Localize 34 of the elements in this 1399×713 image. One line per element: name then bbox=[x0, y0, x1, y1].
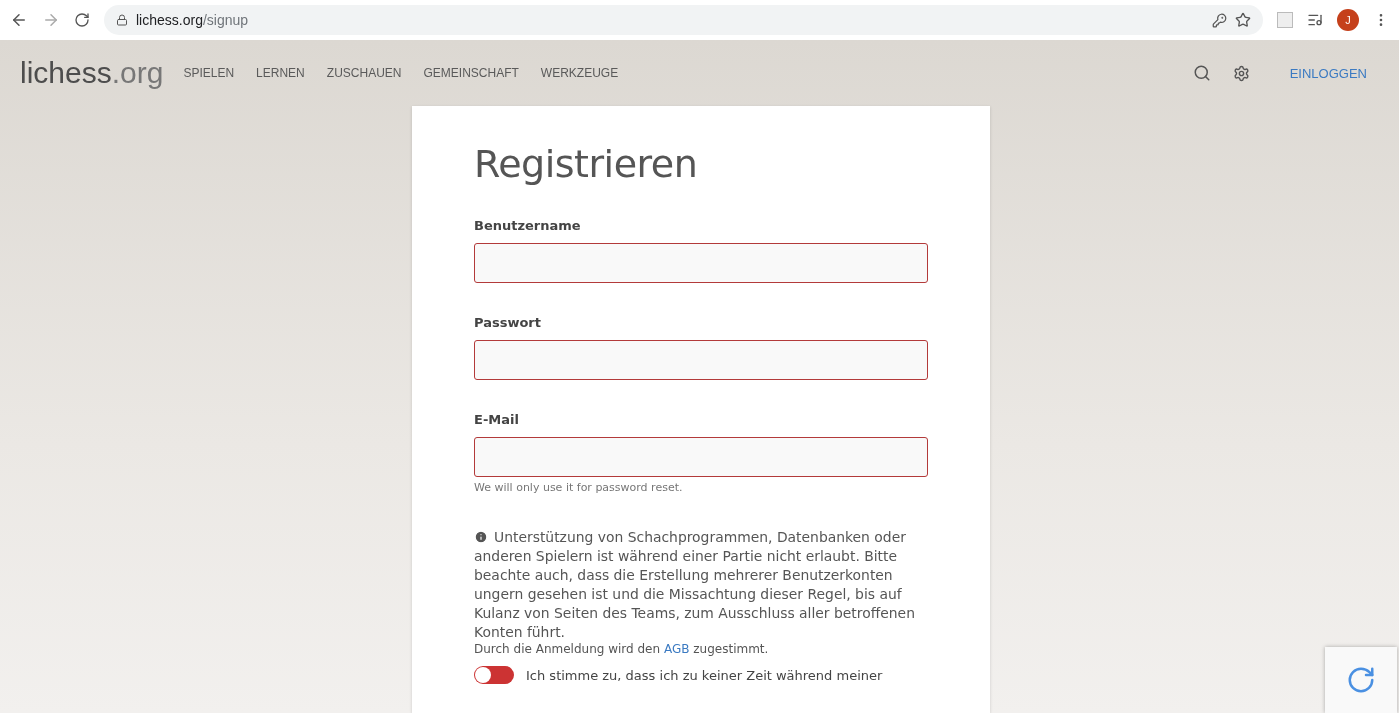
page-title: Registrieren bbox=[474, 142, 699, 186]
field-label: Passwort bbox=[474, 315, 542, 330]
input-field[interactable] bbox=[474, 437, 928, 477]
search-icon[interactable] bbox=[1192, 64, 1211, 82]
settings-icon[interactable] bbox=[1232, 64, 1250, 82]
reload-icon[interactable] bbox=[74, 12, 90, 28]
input-field[interactable] bbox=[474, 340, 928, 380]
address-bar[interactable]: lichess.org/signup bbox=[104, 5, 1263, 35]
notice-text: Unterstützung von Schachprogrammen, Datenbanken oder anderen Spielern ist während einer Partie nicht erlaubt. Bitte beachte auch, dass die Erstellung mehrerer Benutzerkonten ungern gesehen ist und die Missachtung dieser Regel, bis auf Kulanz von Seiten des Teams, zum Ausschluss aller betroffenen Konten führt. bbox=[474, 528, 916, 642]
nav-link[interactable]: ZUSCHAUEN bbox=[326, 66, 402, 80]
agreement-text: Ich stimme zu, dass ich zu keiner Zeit während meiner bbox=[526, 667, 883, 683]
info-icon bbox=[474, 530, 488, 544]
login-link[interactable]: EINLOGGEN bbox=[1289, 65, 1367, 81]
url-text: lichess.org/signup bbox=[136, 12, 249, 28]
nav-link[interactable]: SPIELEN bbox=[183, 66, 235, 80]
agreement-toggle[interactable] bbox=[474, 666, 514, 684]
nav-link[interactable]: WERKZEUGE bbox=[540, 66, 619, 80]
playlist-icon[interactable] bbox=[1307, 12, 1323, 28]
back-icon[interactable] bbox=[10, 11, 28, 29]
key-icon[interactable] bbox=[1212, 12, 1227, 28]
site-logo[interactable]: lichess.org bbox=[20, 56, 164, 90]
profile-avatar[interactable]: J bbox=[1337, 9, 1359, 31]
field-label: E-Mail bbox=[474, 412, 520, 427]
terms-link[interactable]: AGB bbox=[663, 642, 690, 656]
star-icon[interactable] bbox=[1235, 12, 1251, 28]
terms-text: Durch die Anmeldung wird den AGB zugestimmt. bbox=[474, 642, 770, 656]
field-label: Benutzername bbox=[474, 218, 582, 233]
recaptcha-icon bbox=[1346, 665, 1376, 695]
help-text: We will only use it for password reset. bbox=[474, 481, 684, 494]
recaptcha-badge[interactable] bbox=[1325, 647, 1397, 713]
nav-link[interactable]: GEMEINSCHAFT bbox=[423, 66, 519, 80]
input-field[interactable] bbox=[474, 243, 928, 283]
nav-link[interactable]: LERNEN bbox=[256, 66, 305, 80]
lock-icon bbox=[116, 14, 128, 26]
